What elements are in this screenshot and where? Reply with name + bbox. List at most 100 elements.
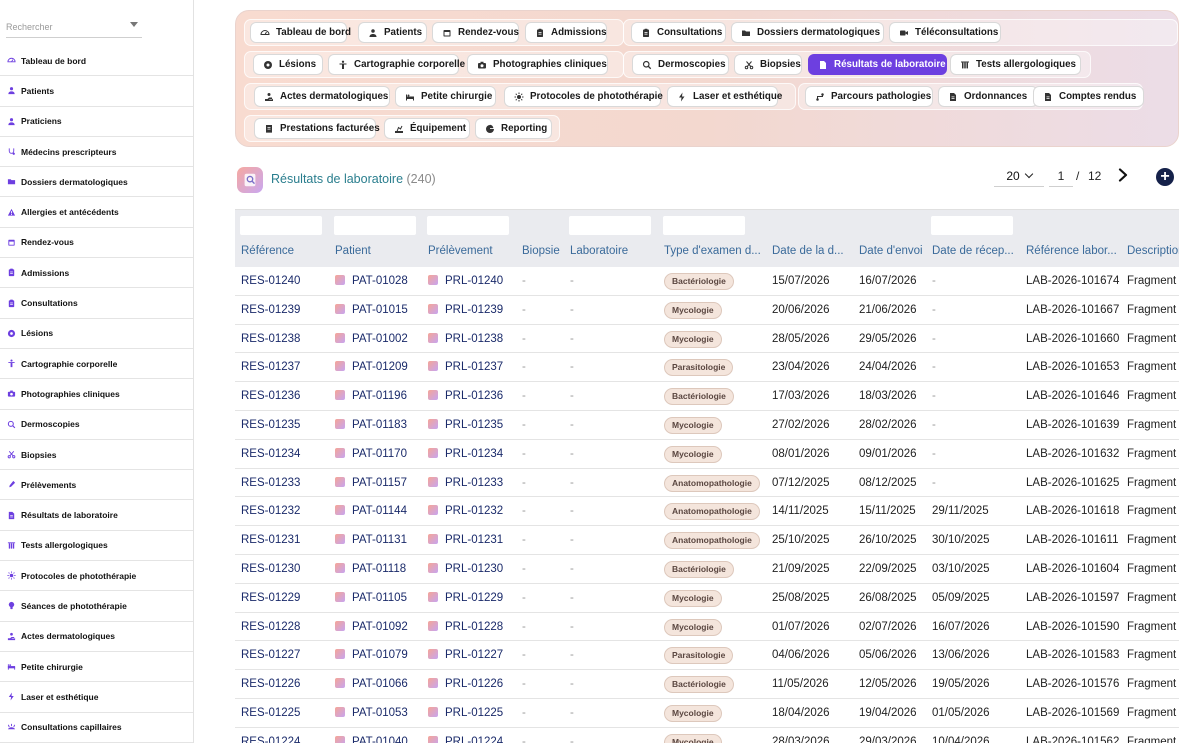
nav-button-rendez-vous[interactable]: Rendez-vous (432, 22, 519, 43)
sample-link[interactable]: PRL-01237 (428, 361, 518, 373)
sidebar-item-tableau-de-bord[interactable]: Tableau de bord (0, 46, 193, 77)
reference-link[interactable]: RES-01239 (241, 304, 331, 316)
sidebar-item-lesions[interactable]: Lésions (0, 319, 193, 349)
nav-button-admissions[interactable]: Admissions (525, 22, 607, 43)
sample-link[interactable]: PRL-01231 (428, 534, 518, 546)
patient-link[interactable]: PAT-01040 (335, 735, 425, 743)
reference-link[interactable]: RES-01233 (241, 477, 331, 489)
table-row[interactable]: RES-01232 PAT-01144 PRL-01232 - - Anatomopath… (235, 497, 1179, 527)
column-header[interactable]: Type d'examen d... (664, 245, 764, 257)
reference-link[interactable]: RES-01235 (241, 419, 331, 431)
table-row[interactable]: RES-01237 PAT-01209 PRL-01237 - - Parasitolog… (235, 353, 1179, 383)
sidebar-item-laser-et-esthetique[interactable]: Laser et esthétique (0, 682, 193, 713)
column-filter-input[interactable] (240, 216, 322, 235)
sample-link[interactable]: PRL-01232 (428, 505, 518, 517)
sample-link[interactable]: PRL-01239 (428, 303, 518, 316)
column-header[interactable]: Date de la d... (772, 245, 852, 257)
reference-link[interactable]: RES-01236 (241, 390, 331, 402)
search-input[interactable] (6, 16, 124, 32)
column-header[interactable]: Date d'envoi (859, 245, 929, 257)
chevron-down-icon[interactable] (130, 22, 138, 27)
column-filter-input[interactable] (569, 216, 651, 235)
nav-button-cartographie-corporelle[interactable]: Cartographie corporelle (328, 54, 465, 75)
nav-button-prestations-facturees[interactable]: Prestations facturées (254, 118, 380, 139)
sidebar-item-seances-de-phototherapie[interactable]: Séances de photothérapie (0, 591, 193, 622)
sample-link[interactable]: PRL-01238 (428, 332, 518, 345)
nav-button-patients[interactable]: Patients (358, 22, 427, 43)
table-row[interactable]: RES-01238 PAT-01002 PRL-01238 - - Mycologie 28… (235, 325, 1179, 354)
sidebar-item-protocoles-de-phototherapie[interactable]: Protocoles de photothérapie (0, 561, 193, 592)
column-header[interactable]: Référence (241, 245, 331, 257)
reference-link[interactable]: RES-01231 (241, 534, 331, 546)
sidebar-item-praticiens[interactable]: Praticiens (0, 107, 193, 137)
add-record-button[interactable]: + (1156, 168, 1174, 186)
column-header[interactable]: Prélèvement (428, 245, 518, 257)
nav-button-dermoscopies[interactable]: Dermoscopies (632, 54, 729, 75)
sidebar-item-admissions[interactable]: Admissions (0, 258, 193, 289)
sidebar-item-prelevements[interactable]: Prélèvements (0, 470, 193, 501)
reference-link[interactable]: RES-01227 (241, 649, 331, 661)
nav-button-photographies-cliniques[interactable]: Photographies cliniques (467, 54, 608, 75)
table-row[interactable]: RES-01231 PAT-01131 PRL-01231 - - Anatomopath… (235, 526, 1179, 555)
sidebar-item-medecins-prescripteurs[interactable]: Médecins prescripteurs (0, 137, 193, 168)
nav-button-petite-chirurgie[interactable]: Petite chirurgie (395, 86, 496, 107)
nav-button-ordonnances[interactable]: Ordonnances (938, 86, 1038, 107)
column-header[interactable]: Biopsie (522, 245, 567, 257)
patient-link[interactable]: PAT-01015 (335, 303, 425, 316)
patient-link[interactable]: PAT-01196 (335, 390, 425, 402)
sidebar-item-biopsies[interactable]: Biopsies (0, 440, 193, 471)
column-header[interactable]: Date de récep... (932, 245, 1022, 257)
column-filter-input[interactable] (931, 216, 1013, 235)
sample-link[interactable]: PRL-01225 (428, 706, 518, 719)
sample-link[interactable]: PRL-01240 (428, 275, 518, 287)
table-row[interactable]: RES-01225 PAT-01053 PRL-01225 - - Mycologie 18… (235, 699, 1179, 728)
sample-link[interactable]: PRL-01226 (428, 678, 518, 690)
table-row[interactable]: RES-01239 PAT-01015 PRL-01239 - - Mycologie 20… (235, 296, 1179, 325)
sidebar-item-consultations-capillaires[interactable]: Consultations capillaires (0, 713, 193, 743)
sidebar-item-cartographie-corporelle[interactable]: Cartographie corporelle (0, 349, 193, 380)
nav-button-tests-allergologiques[interactable]: Tests allergologiques (950, 54, 1081, 75)
nav-button-reporting[interactable]: Reporting (475, 118, 552, 139)
patient-link[interactable]: PAT-01118 (335, 562, 425, 575)
reference-link[interactable]: RES-01226 (241, 678, 331, 690)
reference-link[interactable]: RES-01229 (241, 592, 331, 604)
nav-button-protocoles-de-phototherapie[interactable]: Protocoles de photothérapie (504, 86, 663, 107)
table-row[interactable]: RES-01224 PAT-01040 PRL-01224 - - Mycologie 28… (235, 728, 1179, 743)
sidebar-item-resultats-de-laboratoire[interactable]: Résultats de laboratoire (0, 500, 193, 531)
reference-link[interactable]: RES-01234 (241, 448, 331, 460)
table-row[interactable]: RES-01240 PAT-01028 PRL-01240 - - Bactériolog… (235, 267, 1179, 296)
patient-link[interactable]: PAT-01157 (335, 476, 425, 489)
patient-link[interactable]: PAT-01092 (335, 620, 425, 633)
nav-button-equipement[interactable]: Équipement (384, 118, 470, 139)
column-header[interactable]: Description (1127, 245, 1179, 257)
table-row[interactable]: RES-01230 PAT-01118 PRL-01230 - - Bactériolog… (235, 555, 1179, 584)
sidebar-item-actes-dermatologiques[interactable]: Actes dermatologiques (0, 622, 193, 652)
nav-button-actes-dermatologiques[interactable]: Actes dermatologiques (254, 86, 390, 107)
sidebar-item-petite-chirurgie[interactable]: Petite chirurgie (0, 652, 193, 683)
reference-link[interactable]: RES-01228 (241, 621, 331, 633)
table-row[interactable]: RES-01235 PAT-01183 PRL-01235 - - Mycologie 27… (235, 411, 1179, 440)
table-row[interactable]: RES-01229 PAT-01105 PRL-01229 - - Mycologie 25… (235, 584, 1179, 613)
nav-button-lesions[interactable]: Lésions (253, 54, 323, 75)
sample-link[interactable]: PRL-01230 (428, 562, 518, 575)
nav-button-teleconsultations[interactable]: Téléconsultations (889, 22, 1001, 43)
reference-link[interactable]: RES-01230 (241, 563, 331, 575)
sample-link[interactable]: PRL-01229 (428, 591, 518, 604)
sample-link[interactable]: PRL-01236 (428, 390, 518, 402)
sample-link[interactable]: PRL-01228 (428, 620, 518, 633)
reference-link[interactable]: RES-01240 (241, 275, 331, 287)
table-row[interactable]: RES-01227 PAT-01079 PRL-01227 - - Parasitolog… (235, 641, 1179, 671)
table-row[interactable]: RES-01228 PAT-01092 PRL-01228 - - Mycologie 01… (235, 613, 1179, 642)
patient-link[interactable]: PAT-01066 (335, 678, 425, 690)
sidebar-item-consultations[interactable]: Consultations (0, 288, 193, 319)
reference-link[interactable]: RES-01238 (241, 333, 331, 345)
patient-link[interactable]: PAT-01028 (335, 275, 425, 287)
sidebar-item-rendez-vous[interactable]: Rendez-vous (0, 228, 193, 259)
column-header[interactable]: Patient (335, 245, 425, 257)
nav-button-dossiers-dermatologiques[interactable]: Dossiers dermatologiques (731, 22, 884, 43)
sample-link[interactable]: PRL-01235 (428, 418, 518, 431)
nav-button-tableau-de-bord[interactable]: Tableau de bord (250, 22, 351, 43)
sample-link[interactable]: PRL-01234 (428, 447, 518, 460)
nav-button-parcours-pathologies[interactable]: Parcours pathologies (805, 86, 933, 107)
sidebar-item-patients[interactable]: Patients (0, 76, 193, 107)
